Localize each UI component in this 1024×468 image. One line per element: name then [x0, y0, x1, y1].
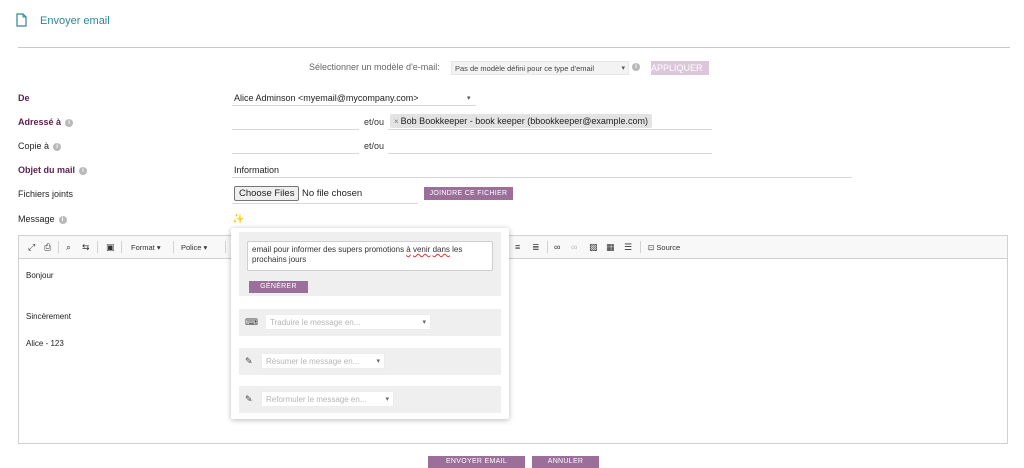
select-all-icon[interactable]: ▣ — [106, 242, 115, 252]
template-select[interactable]: Pas de modèle défini pour ce type d'emai… — [451, 61, 629, 75]
chevron-down-icon: ▾ — [422, 319, 426, 326]
info-icon: i — [632, 63, 640, 71]
apply-template-button[interactable]: APPLIQUER — [651, 61, 709, 75]
remove-icon[interactable]: × — [394, 117, 399, 126]
cancel-button[interactable]: ANNULER — [532, 456, 599, 468]
template-selected-value: Pas de modèle défini pour ce type d'emai… — [455, 64, 595, 73]
message-editor[interactable]: ⤢ ⎙ ⌕ ⇆ ▣ Format ▾ Police ▾ ≡ ≣ ∞ ∞ ▨ ▦ … — [18, 235, 1008, 444]
cc-and-or: et/ou — [364, 141, 385, 151]
image-icon[interactable]: ▨ — [589, 242, 598, 252]
prompt-text: les — [449, 245, 463, 254]
info-icon: i — [58, 215, 67, 224]
rephrase-select[interactable]: Reformuler le message en... ▾ — [261, 391, 394, 407]
source-button[interactable]: ⊡ Source — [648, 243, 680, 253]
subject-underline — [232, 177, 852, 178]
align-right-icon[interactable]: ≡ — [515, 242, 520, 252]
attachments-label: Fichiers joints — [18, 189, 74, 199]
magic-wand-icon[interactable]: ✨ — [232, 214, 244, 225]
to-label-text: Adressé à — [18, 117, 62, 127]
file-underline — [232, 203, 418, 204]
cc-label-text: Copie à — [18, 141, 50, 151]
chevron-down-icon: ▾ — [621, 65, 625, 72]
info-icon: i — [79, 166, 88, 175]
ai-assistant-popup: email pour informer des supers promotion… — [231, 228, 509, 419]
choose-files-button[interactable]: Choose Files — [234, 186, 300, 201]
from-underline — [232, 105, 476, 106]
ai-generate-panel: email pour informer des supers promotion… — [239, 232, 501, 296]
toolbar-separator — [173, 241, 174, 253]
toolbar-separator — [225, 241, 226, 253]
ai-summarize-row: ✎ Résumer le message en... ▾ — [239, 348, 501, 375]
subject-label-text: Objet du mail — [18, 165, 76, 175]
source-icon: ⊡ — [648, 243, 655, 252]
ai-prompt-textarea[interactable]: email pour informer des supers promotion… — [247, 241, 493, 271]
to-label: Adressé ài — [18, 117, 74, 127]
table-icon[interactable]: ▦ — [606, 242, 615, 252]
message-line: Alice - 123 — [26, 339, 64, 348]
to-contacts-underline — [388, 129, 712, 130]
prompt-text: email pour informer des supers promotion… — [252, 245, 407, 254]
horizontal-line-icon[interactable]: ☰ — [624, 242, 632, 252]
pencil-icon: ✎ — [245, 356, 253, 366]
toolbar-separator — [58, 241, 59, 253]
font-label: Police — [181, 243, 202, 252]
ai-rephrase-row: ✎ Reformuler le message en... ▾ — [239, 386, 501, 413]
summarize-select[interactable]: Résumer le message en... ▾ — [261, 353, 385, 369]
toolbar-separator — [547, 241, 548, 253]
chevron-down-icon: ▾ — [467, 95, 471, 102]
attach-file-button[interactable]: JOINDRE CE FICHIER — [424, 187, 513, 200]
message-label-text: Message — [18, 214, 55, 224]
chevron-down-icon: ▾ — [385, 396, 389, 403]
toolbar-separator — [97, 241, 98, 253]
maximize-icon[interactable]: ⤢ — [28, 242, 35, 252]
format-label: Format — [131, 243, 155, 252]
message-line: Bonjour — [26, 271, 54, 280]
pencil-icon: ✎ — [245, 394, 253, 404]
prompt-text: prochains jours — [252, 255, 307, 264]
rephrase-placeholder: Reformuler le message en... — [266, 395, 367, 404]
format-dropdown[interactable]: Format ▾ — [131, 243, 161, 253]
editor-toolbar: ⤢ ⎙ ⌕ ⇆ ▣ Format ▾ Police ▾ ≡ ≣ ∞ ∞ ▨ ▦ … — [19, 236, 1007, 259]
translate-icon: ⌨ — [245, 317, 258, 327]
source-label: Source — [656, 243, 681, 252]
subject-label: Objet du mail i — [18, 165, 88, 175]
recipient-tag-label: Bob Bookkeeper - book keeper (bbookkeepe… — [400, 116, 648, 126]
from-label: De — [18, 93, 30, 103]
send-email-button[interactable]: ENVOYER EMAIL — [428, 456, 525, 468]
from-select[interactable]: Alice Adminson <myemail@mycompany.com> — [234, 93, 419, 103]
to-input[interactable] — [232, 129, 359, 130]
replace-icon[interactable]: ⇆ — [82, 242, 90, 252]
font-dropdown[interactable]: Police ▾ — [181, 243, 207, 253]
link-icon[interactable]: ∞ — [554, 242, 560, 252]
justify-icon[interactable]: ≣ — [532, 242, 540, 252]
to-and-or: et/ou — [364, 117, 385, 127]
prompt-text: venir — [412, 245, 431, 254]
cc-label: Copie ài — [18, 141, 62, 151]
generate-button[interactable]: GÉNÉRER — [249, 281, 308, 293]
recipient-tag[interactable]: × Bob Bookkeeper - book keeper (bbookkeep… — [390, 114, 652, 128]
cc-input[interactable] — [232, 153, 359, 154]
message-label: Message i — [18, 214, 67, 224]
no-file-text: No file chosen — [302, 188, 363, 199]
document-icon — [16, 13, 27, 27]
message-line: Sincèrement — [26, 312, 71, 321]
translate-placeholder: Traduire le message en... — [270, 318, 361, 327]
prompt-text: dans — [432, 245, 450, 254]
subject-input[interactable]: Information — [234, 165, 279, 175]
toolbar-separator — [640, 241, 641, 253]
chevron-down-icon: ▾ — [376, 358, 380, 365]
info-icon: i — [65, 118, 74, 127]
unlink-icon[interactable]: ∞ — [571, 242, 577, 252]
toolbar-separator — [121, 241, 122, 253]
template-label: Sélectionner un modèle d'e-mail: — [309, 62, 440, 72]
translate-select[interactable]: Traduire le message en... ▾ — [265, 314, 431, 330]
ai-translate-row: ⌨ Traduire le message en... ▾ — [239, 309, 501, 336]
cc-contacts-input[interactable] — [388, 153, 712, 154]
preview-icon[interactable]: ⎙ — [44, 242, 51, 252]
info-icon: i — [53, 142, 62, 151]
find-icon[interactable]: ⌕ — [66, 242, 71, 252]
header-divider — [18, 47, 1010, 48]
page-title: Envoyer email — [40, 15, 110, 27]
summarize-placeholder: Résumer le message en... — [266, 357, 360, 366]
